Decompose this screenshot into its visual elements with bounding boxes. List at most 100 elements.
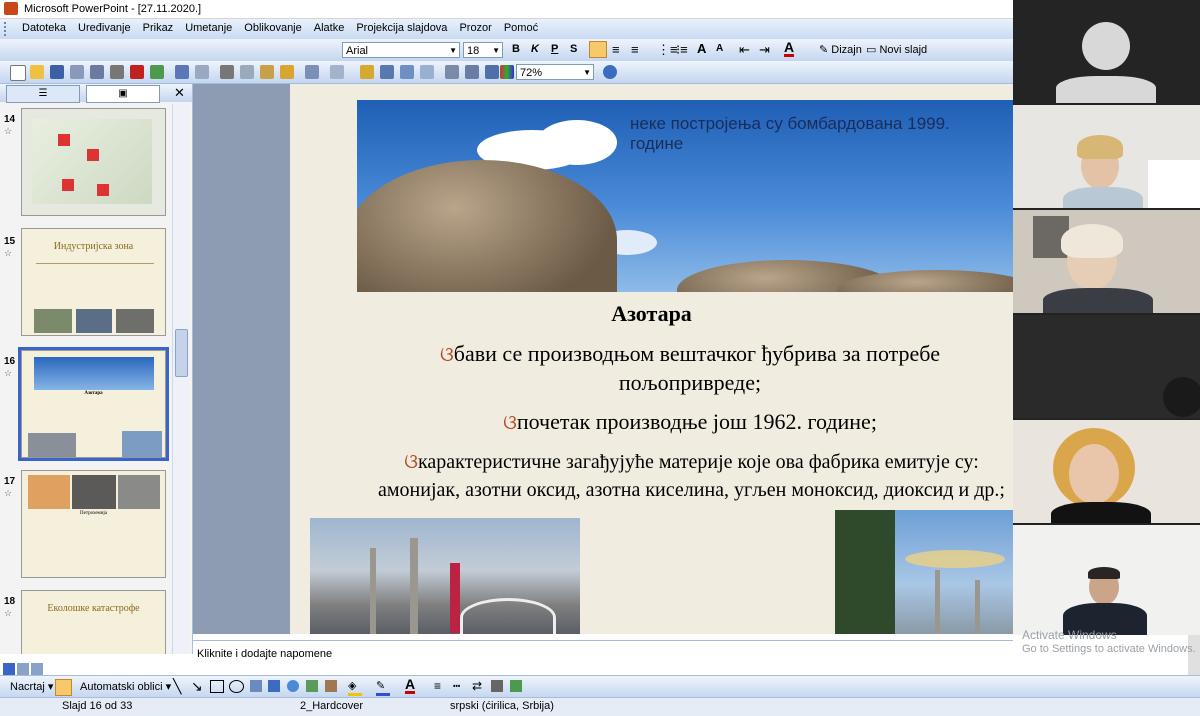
rectangle-icon[interactable] <box>210 680 224 693</box>
help-icon[interactable] <box>603 65 617 79</box>
close-icon[interactable]: ✕ <box>174 85 185 101</box>
pdf-icon[interactable] <box>130 65 144 79</box>
arrow-icon[interactable]: ↘ <box>191 678 203 695</box>
font-color-icon[interactable]: A <box>784 40 795 57</box>
underline-button[interactable]: P <box>551 43 558 55</box>
oval-icon[interactable] <box>229 680 244 693</box>
shrink-font-icon[interactable]: A <box>716 43 723 54</box>
color-grayscale-icon[interactable] <box>500 65 514 79</box>
draw-menu-button[interactable]: Nacrtaj ▾ <box>10 680 53 693</box>
bullets-icon[interactable]: ⁝≡ <box>676 42 688 58</box>
align-center-icon[interactable]: ≡ <box>612 42 620 57</box>
picture-icon[interactable] <box>325 680 337 692</box>
bullet-2[interactable]: ଓпочетак производње још 1962. године; <box>370 408 1010 437</box>
bold-button[interactable]: B <box>512 43 520 55</box>
grid-icon[interactable] <box>485 65 499 79</box>
arrow-style-icon[interactable]: ⇄ <box>472 679 482 693</box>
slide-title[interactable]: Азотара <box>290 301 1013 327</box>
design-button[interactable]: ✎ Dizajn <box>819 43 862 56</box>
formatting-marks-icon[interactable] <box>465 65 479 79</box>
toolbar-grip[interactable] <box>4 22 18 36</box>
autoshapes-button[interactable]: Automatski oblici ▾ <box>80 680 171 693</box>
shadow-style-icon[interactable] <box>491 680 503 692</box>
align-right-icon[interactable]: ≡ <box>631 42 639 57</box>
font-select[interactable]: Arial ▼ <box>342 42 460 58</box>
slide-thumbnail-17[interactable]: Петрохемија <box>21 470 166 578</box>
dash-style-icon[interactable]: ┅ <box>453 679 460 693</box>
menu-pomoc[interactable]: Pomoć <box>504 22 538 34</box>
menu-umetanje[interactable]: Umetanje <box>185 22 232 34</box>
save-icon[interactable] <box>50 65 64 79</box>
slideshow-view-icon[interactable] <box>31 663 43 675</box>
menu-uredjivanje[interactable]: Uređivanje <box>78 22 131 34</box>
spelling-icon[interactable] <box>175 65 189 79</box>
select-objects-icon[interactable] <box>55 679 72 696</box>
preview-icon[interactable] <box>150 65 164 79</box>
menu-oblikovanje[interactable]: Oblikovanje <box>244 22 301 34</box>
cut-icon[interactable] <box>220 65 234 79</box>
diagram-icon[interactable] <box>287 680 299 692</box>
participant-tile[interactable] <box>1013 315 1200 418</box>
decrease-indent-icon[interactable]: ⇤ <box>739 42 750 58</box>
paste-icon[interactable] <box>260 65 274 79</box>
fill-color-icon[interactable]: ◈ <box>348 679 362 696</box>
new-slide-button[interactable]: ▭ Novi slajd <box>866 43 927 56</box>
menu-prozor[interactable]: Prozor <box>459 22 491 34</box>
table-icon[interactable] <box>380 65 394 79</box>
slide-thumbnail-18[interactable]: Еколошке катастрофе <box>21 590 166 654</box>
participant-tile[interactable] <box>1013 420 1200 523</box>
3d-style-icon[interactable] <box>510 680 522 692</box>
expand-icon[interactable] <box>445 65 459 79</box>
italic-button[interactable]: K <box>531 43 539 55</box>
tables-borders-icon[interactable] <box>400 65 414 79</box>
menu-projekcija[interactable]: Projekcija slajdova <box>356 22 447 34</box>
slide-thumbnail-15[interactable]: Индустријска зона <box>21 228 166 336</box>
participant-tile[interactable] <box>1013 210 1200 313</box>
thumbnail-scrollbar[interactable] <box>172 104 189 654</box>
wordart-icon[interactable] <box>268 680 280 692</box>
open-icon[interactable] <box>30 65 44 79</box>
bullet-3[interactable]: ଓкарактеристичне загађујуће материје кој… <box>370 448 1013 504</box>
hyperlink-icon[interactable] <box>420 65 434 79</box>
tab-outline[interactable]: ☰ <box>6 85 80 103</box>
notes-pane[interactable]: Kliknite i dodajte napomene <box>193 640 1013 675</box>
format-painter-icon[interactable] <box>280 65 294 79</box>
redo-icon[interactable] <box>330 65 344 79</box>
line-style-icon[interactable]: ≡ <box>434 679 441 693</box>
research-icon[interactable] <box>195 65 209 79</box>
slide-canvas[interactable]: неке постројења су бомбардована 1999. го… <box>290 84 1013 634</box>
menu-prikaz[interactable]: Prikaz <box>143 22 174 34</box>
sorter-view-icon[interactable] <box>17 663 29 675</box>
email-icon[interactable] <box>90 65 104 79</box>
textbox-icon[interactable] <box>250 680 262 692</box>
participant-tile[interactable] <box>1013 105 1200 208</box>
new-icon[interactable] <box>10 65 26 81</box>
slide-caption[interactable]: неке постројења су бомбардована 1999. го… <box>630 114 990 154</box>
numbering-icon[interactable]: ⋮≡ <box>657 42 678 58</box>
font-color-draw-icon[interactable]: A <box>405 677 416 694</box>
font-size-select[interactable]: 18 ▼ <box>463 42 503 58</box>
line-icon[interactable]: ╲ <box>173 678 181 695</box>
increase-indent-icon[interactable]: ⇥ <box>759 42 770 58</box>
participant-tile[interactable] <box>1013 0 1200 103</box>
print-icon[interactable] <box>110 65 124 79</box>
slide-thumbnail-16[interactable]: Азотара <box>18 347 169 461</box>
copy-icon[interactable] <box>240 65 254 79</box>
menu-datoteka[interactable]: Datoteka <box>22 22 66 34</box>
participant-tile[interactable] <box>1013 525 1200 635</box>
bullet-1[interactable]: ଓбави се производњом вештачког ђубрива з… <box>370 340 1010 397</box>
grow-font-icon[interactable]: A <box>697 41 706 56</box>
undo-icon[interactable] <box>305 65 319 79</box>
chart-icon[interactable] <box>360 65 374 79</box>
slide-thumbnail-14[interactable] <box>21 108 166 216</box>
zoom-select[interactable]: 72% ▼ <box>516 64 594 80</box>
scrollbar-thumb[interactable] <box>175 329 188 377</box>
clipart-icon[interactable] <box>306 680 318 692</box>
menu-alatke[interactable]: Alatke <box>314 22 345 34</box>
line-color-icon[interactable]: ✎ <box>376 679 390 696</box>
normal-view-icon[interactable] <box>3 663 15 675</box>
tab-slides[interactable]: ▣ <box>86 85 160 103</box>
align-left-button[interactable] <box>589 41 607 58</box>
shadow-button[interactable]: S <box>570 43 577 55</box>
permission-icon[interactable] <box>70 65 84 79</box>
